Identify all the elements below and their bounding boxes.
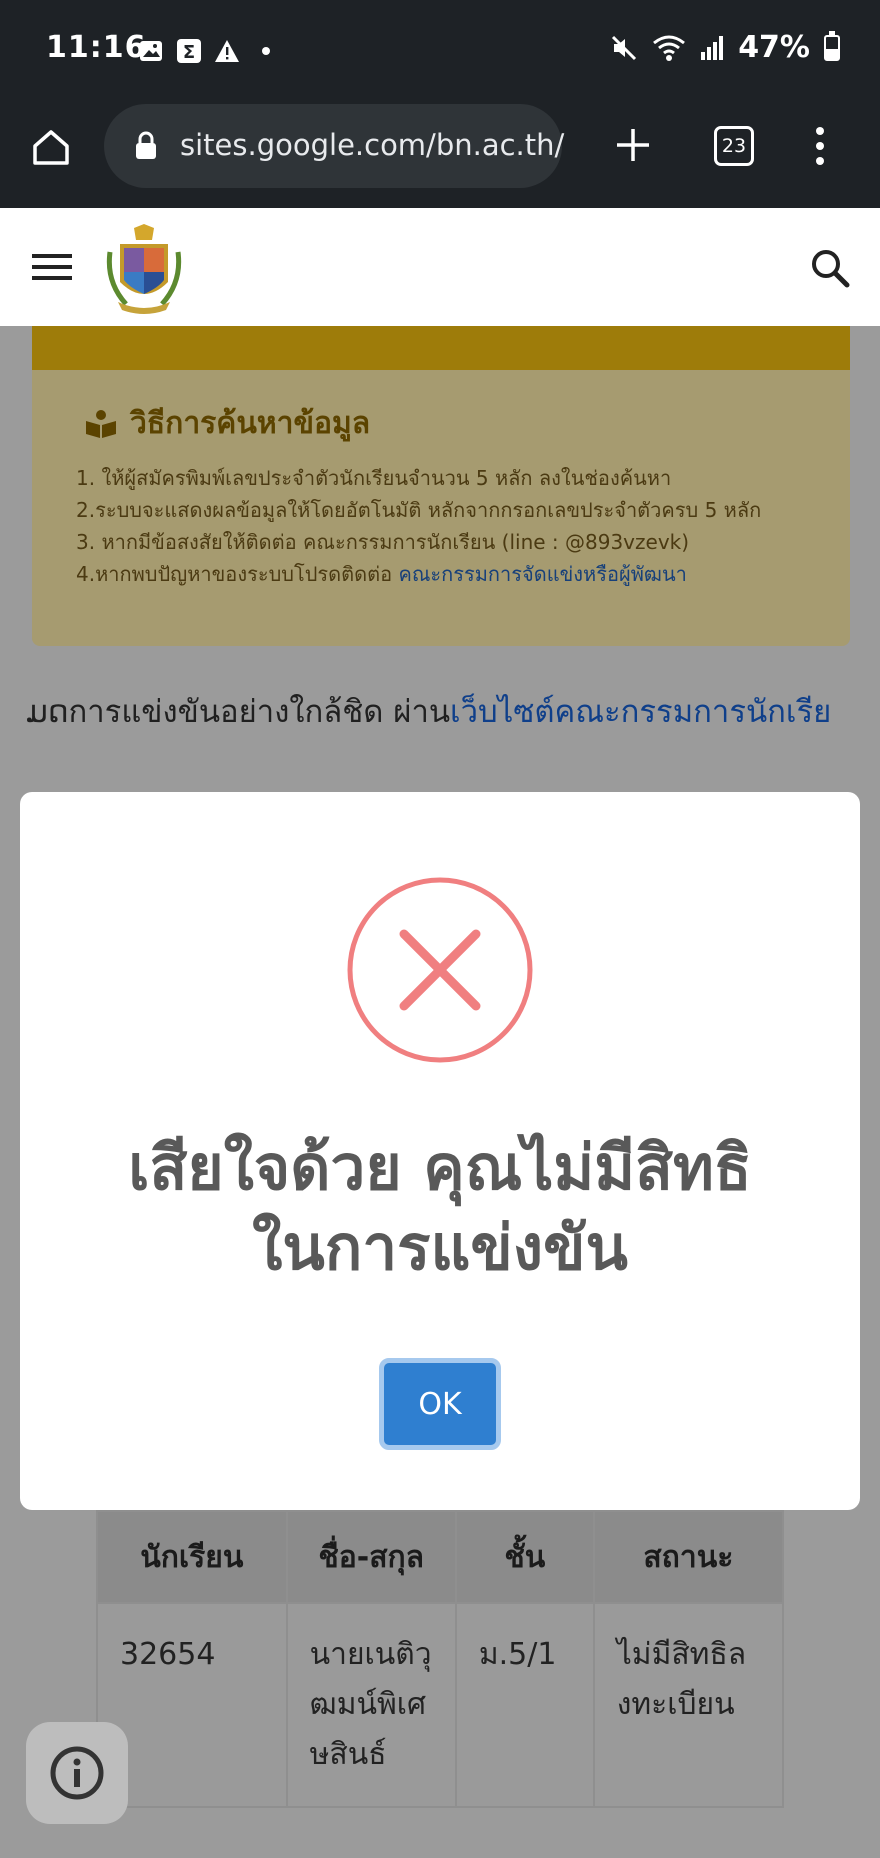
instruction-line-4-text: 4.หากพบปัญหาของระบบโปรดติดต่อ bbox=[76, 562, 399, 586]
browser-toolbar: sites.google.com/bn.ac.th/ 23 bbox=[0, 104, 880, 208]
instruction-line-4: 4.หากพบปัญหาของระบบโปรดติดต่อ คณะกรรมการ… bbox=[76, 558, 687, 590]
school-logo[interactable] bbox=[104, 222, 184, 314]
instruction-line-3: 3. หากมีข้อสงสัยให้ติดต่อ คณะกรรมการนักเ… bbox=[76, 530, 690, 554]
tab-count-button[interactable]: 23 bbox=[714, 126, 754, 166]
info-icon bbox=[50, 1746, 104, 1800]
book-reader-icon bbox=[86, 409, 116, 438]
cell-status: ไม่มีสิทธิลงทะเบียน bbox=[592, 1602, 785, 1808]
battery-percent: 47% bbox=[738, 30, 810, 65]
instruction-line-2: 2.ระบบจะแสดงผลข้อมูลให้โดยอัตโนมัติ หลัก… bbox=[76, 498, 762, 522]
svg-text:Σ: Σ bbox=[183, 42, 195, 63]
home-icon[interactable] bbox=[30, 126, 72, 168]
table-header-row: นักเรียน ชื่อ-สกุล ชั้น สถานะ bbox=[96, 1510, 785, 1604]
marquee-text: ມດการแข่งขันอย่างใกล้ชิด ผ่านเว็บไซต์คณะ… bbox=[26, 686, 831, 736]
lock-icon bbox=[136, 131, 156, 159]
cell-class: ม.5/1 bbox=[454, 1602, 595, 1808]
image-icon bbox=[140, 41, 162, 61]
results-table: นักเรียน ชื่อ-สกุล ชั้น สถานะ 32654 นายเ… bbox=[96, 1510, 785, 1808]
signal-icon bbox=[701, 35, 724, 60]
developer-contact-link[interactable]: คณะกรรมการจัดแข่งหรือผู้พัฒนา bbox=[398, 562, 686, 586]
tab-count: 23 bbox=[721, 135, 747, 157]
warning-icon bbox=[215, 40, 239, 62]
instruction-line-1: 1. ให้ผู้สมัครพิมพ์เลขประจำตัวนักเรียนจำ… bbox=[76, 466, 672, 490]
new-tab-icon[interactable] bbox=[614, 126, 652, 164]
col-header-student: นักเรียน bbox=[96, 1510, 288, 1604]
status-right-group: 47% bbox=[610, 30, 840, 65]
url-text[interactable]: sites.google.com/bn.ac.th/ bbox=[180, 128, 564, 162]
hamburger-menu-icon[interactable] bbox=[32, 252, 72, 282]
dialog-title-line-2: ในการแข่งขัน bbox=[252, 1211, 628, 1284]
wifi-icon bbox=[653, 35, 686, 61]
search-icon[interactable] bbox=[810, 248, 850, 288]
dot-icon bbox=[262, 47, 270, 55]
error-x-icon bbox=[347, 877, 533, 1063]
more-menu-icon[interactable] bbox=[810, 126, 830, 166]
dialog-title: เสียใจด้วย คุณไม่มีสิทธิ ในการแข่งขัน bbox=[40, 1128, 840, 1288]
dialog-title-line-1: เสียใจด้วย คุณไม่มีสิทธิ bbox=[128, 1131, 752, 1204]
status-bar: 11:16 Σ 47% bbox=[0, 0, 880, 104]
battery-icon bbox=[824, 30, 840, 61]
site-header bbox=[0, 208, 880, 326]
info-button[interactable] bbox=[26, 1722, 128, 1824]
status-time: 11:16 bbox=[46, 30, 147, 65]
student-committee-link[interactable]: เว็บไซต์คณะกรรมการนักเรีย bbox=[450, 694, 831, 730]
ok-button[interactable]: OK bbox=[379, 1358, 501, 1450]
instructions-title: วิธีการค้นหาข้อมูล bbox=[84, 400, 370, 447]
marquee-text-body: ມດการแข่งขันอย่างใกล้ชิด ผ่าน bbox=[26, 694, 451, 730]
col-header-name: ชื่อ-สกุล bbox=[285, 1510, 457, 1604]
sigma-icon: Σ bbox=[177, 39, 201, 63]
cell-name: นายเนติวุฒมน์พิเศษสินธ์ bbox=[285, 1602, 457, 1808]
error-dialog: เสียใจด้วย คุณไม่มีสิทธิ ในการแข่งขัน OK bbox=[20, 792, 860, 1510]
url-bar[interactable]: sites.google.com/bn.ac.th/ bbox=[104, 104, 564, 188]
col-header-status: สถานะ bbox=[592, 1510, 785, 1604]
table-row: 32654 นายเนติวุฒมน์พิเศษสินธ์ ม.5/1 ไม่ม… bbox=[96, 1602, 785, 1808]
mute-icon bbox=[612, 35, 637, 60]
instructions-title-text: วิธีการค้นหาข้อมูล bbox=[130, 406, 371, 441]
col-header-class: ชั้น bbox=[454, 1510, 595, 1604]
search-bar-background bbox=[32, 326, 850, 370]
